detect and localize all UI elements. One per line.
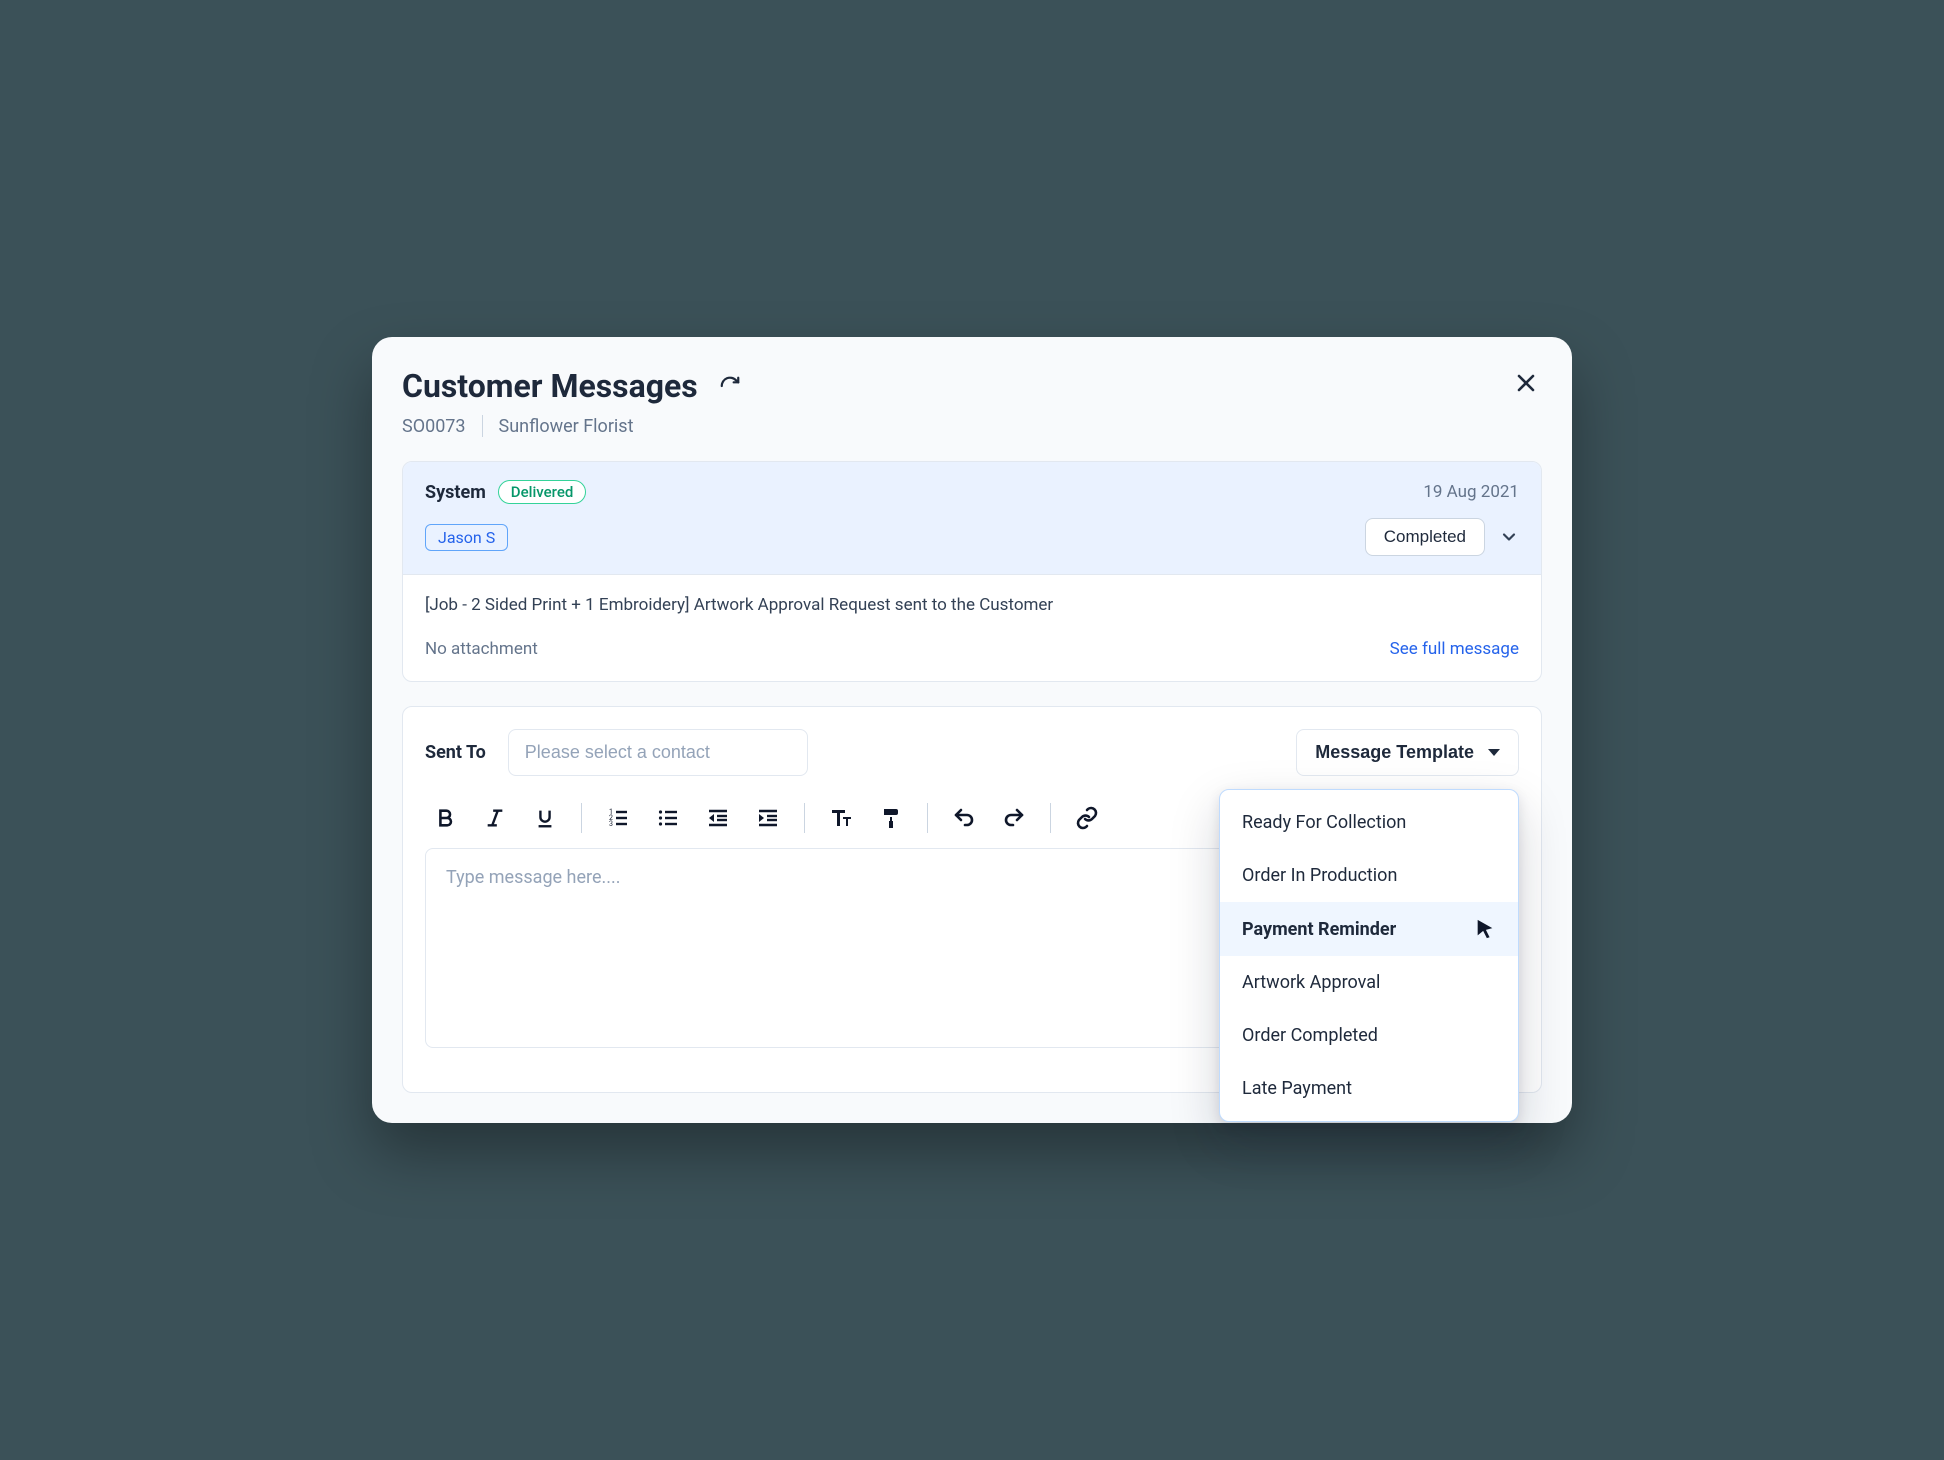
- message-template-button[interactable]: Message Template: [1296, 729, 1519, 776]
- cursor-icon: [1474, 918, 1496, 940]
- compose-card: Sent To Message Template 123: [402, 706, 1542, 1093]
- customer-messages-modal: Customer Messages SO0073 Sunflower Flori…: [372, 337, 1572, 1123]
- template-option-label: Artwork Approval: [1242, 972, 1380, 993]
- unordered-list-icon: [656, 806, 680, 830]
- refresh-button[interactable]: [716, 372, 744, 400]
- attachment-text: No attachment: [425, 639, 538, 659]
- toolbar-separator: [804, 803, 805, 833]
- template-option-label: Payment Reminder: [1242, 919, 1396, 940]
- sent-to-group: Sent To: [425, 729, 808, 776]
- customer-name: Sunflower Florist: [499, 416, 634, 437]
- divider: [482, 415, 483, 437]
- message-template-label: Message Template: [1315, 742, 1474, 763]
- underline-icon: [534, 807, 556, 829]
- modal-header-left: Customer Messages SO0073 Sunflower Flori…: [402, 367, 744, 437]
- close-icon: [1514, 371, 1538, 395]
- undo-icon: [952, 806, 976, 830]
- recipient-tag[interactable]: Jason S: [425, 524, 508, 551]
- template-option-label: Order In Production: [1242, 865, 1397, 886]
- message-date: 19 Aug 2021: [1423, 482, 1519, 502]
- template-dropdown: Ready For Collection Order In Production…: [1219, 789, 1519, 1122]
- font-size-button[interactable]: [821, 798, 861, 838]
- italic-button[interactable]: [475, 798, 515, 838]
- modal-subheader: SO0073 Sunflower Florist: [402, 415, 744, 437]
- template-option-order-in-production[interactable]: Order In Production: [1220, 849, 1518, 902]
- link-button[interactable]: [1067, 798, 1107, 838]
- outdent-button[interactable]: [698, 798, 738, 838]
- message-body: [Job - 2 Sided Print + 1 Embroidery] Art…: [403, 575, 1541, 681]
- template-option-label: Order Completed: [1242, 1025, 1378, 1046]
- redo-icon: [1002, 806, 1026, 830]
- bold-button[interactable]: [425, 798, 465, 838]
- svg-text:3: 3: [609, 820, 613, 828]
- outdent-icon: [706, 806, 730, 830]
- template-option-ready-for-collection[interactable]: Ready For Collection: [1220, 796, 1518, 849]
- message-state-button[interactable]: Completed: [1365, 518, 1485, 556]
- bold-icon: [434, 807, 456, 829]
- template-option-label: Ready For Collection: [1242, 812, 1406, 833]
- caret-down-icon: [1488, 749, 1500, 756]
- indent-icon: [756, 806, 780, 830]
- toolbar-separator: [1050, 803, 1051, 833]
- ordered-list-icon: 123: [606, 806, 630, 830]
- unordered-list-button[interactable]: [648, 798, 688, 838]
- indent-button[interactable]: [748, 798, 788, 838]
- see-full-message-link[interactable]: See full message: [1390, 639, 1519, 659]
- message-state-group: Completed: [1365, 518, 1519, 556]
- message-footer: No attachment See full message: [425, 639, 1519, 659]
- format-paint-button[interactable]: [871, 798, 911, 838]
- order-id: SO0073: [402, 416, 466, 437]
- message-sender: System: [425, 482, 486, 503]
- message-card: System Delivered 19 Aug 2021 Jason S Com…: [402, 461, 1542, 682]
- template-option-late-payment[interactable]: Late Payment: [1220, 1062, 1518, 1115]
- font-size-icon: [829, 806, 853, 830]
- contact-select-input[interactable]: [508, 729, 808, 776]
- message-text: [Job - 2 Sided Print + 1 Embroidery] Art…: [425, 595, 1519, 615]
- expand-message-button[interactable]: [1499, 527, 1519, 547]
- italic-icon: [484, 807, 506, 829]
- link-icon: [1075, 806, 1099, 830]
- ordered-list-button[interactable]: 123: [598, 798, 638, 838]
- compose-header: Sent To Message Template: [425, 729, 1519, 776]
- message-header: System Delivered 19 Aug 2021 Jason S Com…: [403, 462, 1541, 575]
- title-row: Customer Messages: [402, 367, 744, 405]
- message-header-row2: Jason S Completed: [425, 518, 1519, 556]
- template-option-artwork-approval[interactable]: Artwork Approval: [1220, 956, 1518, 1009]
- message-sender-group: System Delivered: [425, 480, 586, 504]
- toolbar-separator: [927, 803, 928, 833]
- chevron-down-icon: [1499, 527, 1519, 547]
- template-option-order-completed[interactable]: Order Completed: [1220, 1009, 1518, 1062]
- undo-button[interactable]: [944, 798, 984, 838]
- delivered-badge: Delivered: [498, 480, 587, 504]
- toolbar-separator: [581, 803, 582, 833]
- format-paint-icon: [879, 806, 903, 830]
- refresh-icon: [719, 375, 741, 397]
- modal-title: Customer Messages: [402, 367, 698, 405]
- template-option-payment-reminder[interactable]: Payment Reminder: [1220, 902, 1518, 956]
- redo-button[interactable]: [994, 798, 1034, 838]
- modal-header: Customer Messages SO0073 Sunflower Flori…: [402, 367, 1542, 437]
- close-button[interactable]: [1510, 367, 1542, 399]
- message-header-row1: System Delivered 19 Aug 2021: [425, 480, 1519, 504]
- sent-to-label: Sent To: [425, 742, 486, 763]
- underline-button[interactable]: [525, 798, 565, 838]
- template-option-label: Late Payment: [1242, 1078, 1352, 1099]
